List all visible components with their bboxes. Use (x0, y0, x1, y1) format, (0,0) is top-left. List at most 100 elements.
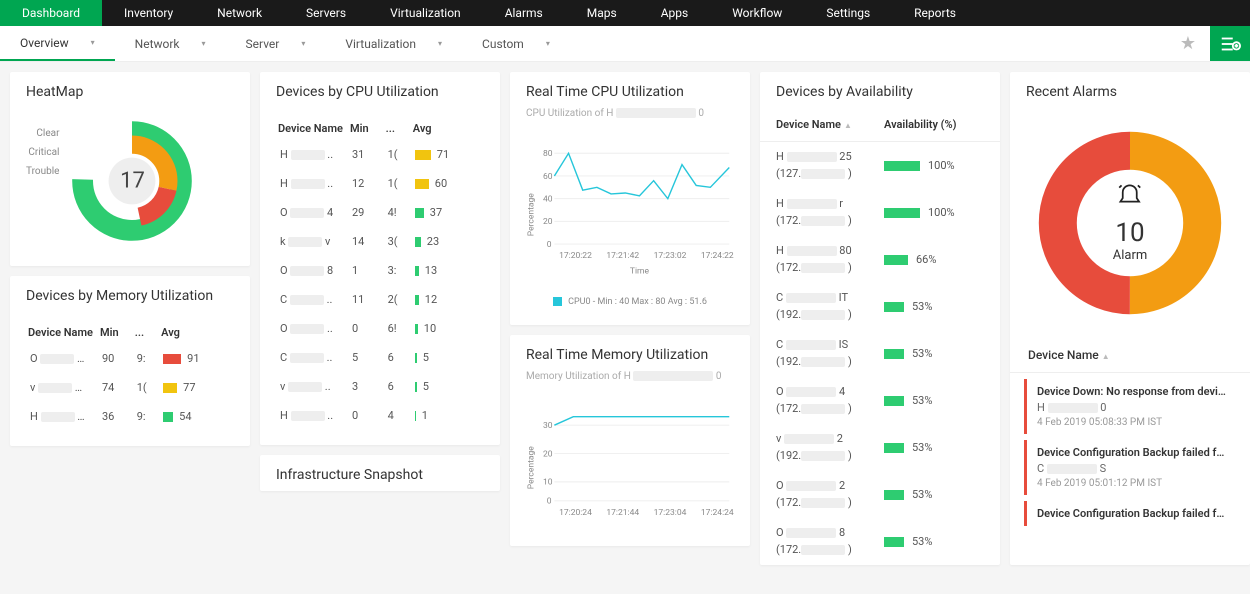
rt-cpu-chart[interactable]: Percentage 80 60 40 20 0 17:20:22 17:21:… (526, 135, 734, 285)
col-device-name[interactable]: Device Name▲ (776, 118, 884, 131)
svg-text:17:23:04: 17:23:04 (654, 508, 687, 518)
card-title: Real Time CPU Utilization (510, 72, 750, 108)
rt-cpu-card: Real Time CPU Utilization CPU Utilizatio… (510, 72, 750, 325)
availability-row[interactable]: H 25(127. ) 100% (760, 142, 1000, 189)
chevron-down-icon: ▾ (301, 39, 305, 48)
sub-nav: Overview▾ Network▾ Server▾ Virtualizatio… (0, 26, 1250, 62)
svg-text:40: 40 (543, 194, 553, 204)
nav-inventory[interactable]: Inventory (102, 0, 195, 26)
subnav-virtualization[interactable]: Virtualization▾ (325, 26, 462, 61)
sort-icon: ▲ (844, 121, 852, 130)
infra-snapshot-card: Infrastructure Snapshot (260, 455, 500, 491)
svg-text:30: 30 (543, 421, 553, 431)
top-nav: Dashboard Inventory Network Servers Virt… (0, 0, 1250, 26)
alarm-item[interactable]: Device Configuration Backup failed for 1… (1024, 440, 1236, 495)
svg-text:17:24:22: 17:24:22 (701, 251, 734, 261)
col-availability[interactable]: Availability (%) (884, 118, 984, 131)
nav-virtualization[interactable]: Virtualization (368, 0, 483, 26)
nav-maps[interactable]: Maps (565, 0, 639, 26)
chart-legend: CPU0 - Min : 40 Max : 80 Avg : 51.6 (526, 289, 734, 311)
table-row[interactable]: O … 90 9: 91 (28, 345, 232, 372)
card-subtitle: CPU Utilization of H 0 (510, 108, 750, 127)
sort-icon: ▲ (1102, 352, 1110, 361)
svg-text:17:21:44: 17:21:44 (606, 508, 639, 518)
card-title: HeatMap (10, 72, 250, 108)
nav-servers[interactable]: Servers (284, 0, 368, 26)
chevron-down-icon: ▾ (202, 39, 206, 48)
card-title: Real Time Memory Utilization (510, 335, 750, 371)
nav-network[interactable]: Network (195, 0, 284, 26)
table-row[interactable]: O .. 0 6! 10 (278, 315, 482, 342)
table-row[interactable]: H .. 0 4 1 (278, 402, 482, 429)
table-row[interactable]: H … 36 9: 54 (28, 403, 232, 430)
svg-text:60: 60 (543, 172, 553, 182)
svg-text:17:24:24: 17:24:24 (701, 508, 734, 518)
cpu-util-table: Device Name Min ... Avg H .. 31 1( 71 H … (276, 116, 484, 431)
table-row[interactable]: k v 14 3( 23 (278, 228, 482, 255)
alarm-item[interactable]: Device Down: No response from device f… … (1024, 379, 1236, 434)
alarm-label: Alarm (1113, 248, 1148, 263)
memory-util-card: Devices by Memory Utilization Device Nam… (10, 276, 250, 446)
alarms-donut[interactable]: 10 Alarm (1035, 128, 1225, 318)
nav-workflow[interactable]: Workflow (710, 0, 804, 26)
nav-settings[interactable]: Settings (804, 0, 892, 26)
availability-row[interactable]: O 4(172. ) 53% (760, 377, 1000, 424)
availability-card: Devices by Availability Device Name▲ Ava… (760, 72, 1000, 565)
card-title: Devices by Memory Utilization (10, 276, 250, 312)
svg-text:17:21:42: 17:21:42 (606, 251, 639, 261)
chevron-down-icon: ▾ (546, 39, 550, 48)
subnav-network[interactable]: Network▾ (115, 26, 226, 61)
availability-row[interactable]: v 2(192. ) 53% (760, 424, 1000, 471)
table-row[interactable]: H .. 12 1( 60 (278, 170, 482, 197)
table-row[interactable]: C .. 5 6 5 (278, 344, 482, 371)
table-row[interactable]: H .. 31 1( 71 (278, 141, 482, 168)
table-row[interactable]: v … 74 1( 77 (28, 374, 232, 401)
availability-row[interactable]: O 2(172. ) 53% (760, 471, 1000, 518)
availability-row[interactable]: H 80(172. ) 66% (760, 236, 1000, 283)
availability-row[interactable]: H r(172. ) 100% (760, 189, 1000, 236)
svg-text:0: 0 (547, 240, 552, 250)
table-row[interactable]: C .. 11 2( 12 (278, 286, 482, 313)
card-title: Recent Alarms (1010, 72, 1250, 108)
heatmap-donut[interactable]: 17 (67, 116, 197, 246)
svg-text:17:20:22: 17:20:22 (559, 251, 592, 261)
table-row[interactable]: v .. 3 6 5 (278, 373, 482, 400)
chevron-down-icon: ▾ (438, 39, 442, 48)
table-row[interactable]: O 4 29 4! 37 (278, 199, 482, 226)
add-widget-button[interactable] (1210, 26, 1250, 61)
alarm-list-header[interactable]: Device Name▲ (1010, 338, 1250, 373)
alarm-item[interactable]: Device Configuration Backup failed for 1… (1024, 501, 1236, 526)
rt-mem-chart[interactable]: Percentage 30 20 10 0 17:20:24 17:21:44 … (526, 398, 734, 528)
svg-text:80: 80 (543, 149, 553, 159)
nav-dashboard[interactable]: Dashboard (0, 0, 102, 26)
heatmap-legend: Clear Critical Trouble (26, 124, 59, 181)
table-row[interactable]: O 8 1 3: 13 (278, 257, 482, 284)
availability-row[interactable]: C IT(192. ) 53% (760, 283, 1000, 330)
availability-row[interactable]: C IS(192. ) 53% (760, 330, 1000, 377)
svg-text:17:23:02: 17:23:02 (654, 251, 687, 261)
svg-text:17:20:24: 17:20:24 (559, 508, 592, 518)
svg-text:Time: Time (630, 266, 650, 276)
bell-icon (1113, 183, 1148, 216)
memory-util-table: Device Name Min ... Avg O … 90 9: 91 v …… (26, 320, 234, 432)
nav-apps[interactable]: Apps (639, 0, 711, 26)
svg-text:20: 20 (543, 449, 553, 459)
availability-row[interactable]: O 8(172. ) 53% (760, 518, 1000, 565)
card-title: Devices by Availability (760, 72, 1000, 108)
subnav-overview[interactable]: Overview▾ (0, 26, 115, 61)
svg-text:Percentage: Percentage (527, 193, 537, 236)
subnav-custom[interactable]: Custom▾ (462, 26, 570, 61)
favorite-icon[interactable]: ★ (1166, 33, 1210, 54)
cpu-util-card: Devices by CPU Utilization Device Name M… (260, 72, 500, 445)
svg-text:20: 20 (543, 217, 553, 227)
card-subtitle: Memory Utilization of H 0 (510, 371, 750, 390)
chevron-down-icon: ▾ (91, 38, 95, 47)
nav-alarms[interactable]: Alarms (483, 0, 565, 26)
card-title: Devices by CPU Utilization (260, 72, 500, 108)
subnav-server[interactable]: Server▾ (226, 26, 326, 61)
dashboard-grid: HeatMap Clear Critical Trouble 17 (0, 62, 1250, 575)
alarm-count: 10 (1113, 218, 1148, 248)
svg-text:Percentage: Percentage (527, 446, 537, 489)
svg-text:10: 10 (543, 478, 553, 488)
nav-reports[interactable]: Reports (892, 0, 978, 26)
